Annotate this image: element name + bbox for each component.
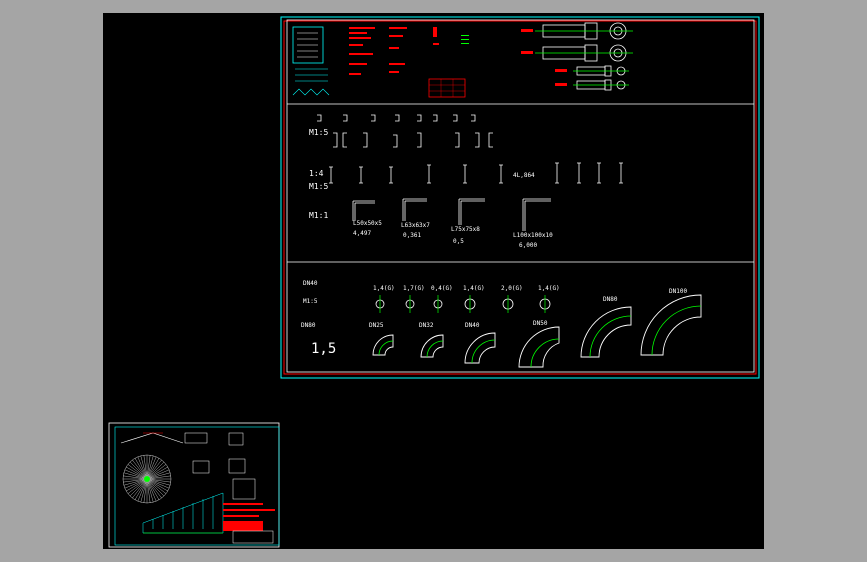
radial-spoke xyxy=(123,478,148,486)
elbow-2-label: DN32 xyxy=(419,322,434,329)
bolt-drawings xyxy=(542,22,627,91)
angle-1-weight: 4,497 xyxy=(353,230,371,237)
radial-center xyxy=(144,476,150,482)
pipe-4-label: 1,4(G) xyxy=(463,285,485,292)
legend-block xyxy=(292,26,330,96)
pipe-5-label: 2,0(G) xyxy=(501,285,523,292)
angle-4-weight: 6,000 xyxy=(519,242,537,249)
elbow-4-label: DN50 xyxy=(533,320,548,327)
section2b-scale: M1:5 xyxy=(309,182,328,191)
elbow-drawings: DN25 DN32 DN40 DN50 DN80 DN100 xyxy=(369,288,702,368)
radial-spoke xyxy=(146,455,154,480)
pipe-sections: 1,4(G) 1,7(G) 0,4(G) 1,4(G) 2,0(G) 1,4(G… xyxy=(373,285,560,313)
elbow-3-label: DN40 xyxy=(465,322,480,329)
outer-frame xyxy=(280,16,760,379)
angle-3-name: L75x75x8 xyxy=(451,226,480,233)
elbow-1-label: DN25 xyxy=(369,322,384,329)
section4-scale-top: DN40 xyxy=(303,280,318,287)
section4-scale-mid: M1:5 xyxy=(303,298,318,305)
truss-elevation xyxy=(142,492,224,534)
radial-spoke xyxy=(146,478,154,503)
roof-profile xyxy=(120,432,184,444)
elbow-6-label: DN100 xyxy=(669,288,687,295)
pipe-3-label: 0,4(G) xyxy=(431,285,453,292)
radial-spoke xyxy=(123,472,148,480)
section2b-result: 4L,864 xyxy=(513,172,535,179)
section3-scale-label: M1:1 xyxy=(309,211,328,220)
radial-spoke xyxy=(140,455,148,480)
section4-big-scale: 1,5 xyxy=(311,341,336,357)
angle-2-weight: 0,361 xyxy=(403,232,421,239)
channel-profiles xyxy=(317,114,493,148)
i-beam-profiles xyxy=(329,162,623,184)
section2-scale-label: M1:5 xyxy=(309,128,328,137)
green-mark xyxy=(461,35,469,44)
thumbnail-sheet xyxy=(108,422,280,548)
detail-views xyxy=(184,432,256,500)
bolt-red-labels xyxy=(521,29,567,86)
pipe-1-label: 1,4(G) xyxy=(373,285,395,292)
angle-3-weight: 0,5 xyxy=(453,238,464,245)
radial-spoke xyxy=(146,472,171,480)
section4-scale-bottom: DN80 xyxy=(301,322,316,329)
sheet-frame-white xyxy=(286,19,755,373)
section2b-scale-top: 1:4 xyxy=(309,169,324,178)
red-notes xyxy=(349,27,466,98)
red-table xyxy=(429,79,465,97)
elbow-5-label: DN80 xyxy=(603,296,618,303)
angle-4-name: L100x100x10 xyxy=(513,232,553,239)
drawing-viewport[interactable]: M1:5 1:4 M1:5 4L,864 M1:1 L50x50x5 4,497… xyxy=(103,13,764,549)
radial-spoke xyxy=(140,478,148,503)
angle-2-name: L63x63x7 xyxy=(401,222,430,229)
cad-drawing: M1:5 1:4 M1:5 4L,864 M1:1 L50x50x5 4,497… xyxy=(108,16,760,548)
radial-spoke xyxy=(146,478,171,486)
pipe-6-label: 1,4(G) xyxy=(538,285,560,292)
angle-1-name: L50x50x5 xyxy=(353,220,382,227)
pipe-2-label: 1,7(G) xyxy=(403,285,425,292)
